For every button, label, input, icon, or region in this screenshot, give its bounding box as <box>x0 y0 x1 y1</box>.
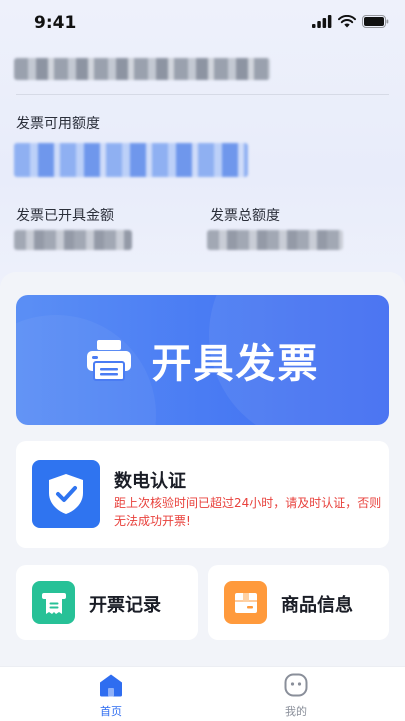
goods-icon-tile <box>224 581 267 624</box>
company-name-redacted <box>14 58 270 80</box>
home-icon <box>100 674 122 697</box>
issued-amount-label: 发票已开具金额 <box>16 208 114 224</box>
total-quota-value-redacted <box>207 230 343 250</box>
bottom-tab-bar: 首页 我的 <box>0 666 405 721</box>
issue-invoice-button[interactable]: 开具发票 <box>16 295 389 425</box>
signal-icon <box>312 15 332 28</box>
records-icon-tile <box>32 581 75 624</box>
invoice-records-button[interactable]: 开票记录 <box>16 565 198 640</box>
available-quota-value-redacted <box>14 143 248 177</box>
invoice-records-label: 开票记录 <box>89 595 161 616</box>
receipt-icon <box>41 592 66 614</box>
printer-icon <box>86 340 131 381</box>
certification-icon-tile <box>32 460 100 528</box>
profile-face-icon <box>284 673 308 697</box>
header-divider <box>16 94 389 95</box>
certification-warning: 距上次核验时间已超过24小时，请及时认证，否则无法成功开票! <box>114 496 382 528</box>
available-quota-label: 发票可用额度 <box>16 116 100 132</box>
shield-check-icon <box>49 474 83 514</box>
tab-home[interactable]: 首页 <box>71 673 151 719</box>
goods-info-button[interactable]: 商品信息 <box>208 565 389 640</box>
certification-title: 数电认证 <box>114 471 186 492</box>
status-icons <box>312 15 389 28</box>
issue-invoice-label: 开具发票 <box>151 341 320 387</box>
wifi-icon <box>338 15 356 28</box>
total-quota-label: 发票总额度 <box>210 208 280 224</box>
digital-certification-card[interactable]: 数电认证 距上次核验时间已超过24小时，请及时认证，否则无法成功开票! <box>16 441 389 548</box>
tab-home-label: 首页 <box>100 705 122 718</box>
status-bar: 9:41 <box>0 0 405 44</box>
status-time: 9:41 <box>34 13 77 33</box>
goods-info-label: 商品信息 <box>281 595 353 616</box>
box-icon <box>234 592 257 613</box>
issued-amount-value-redacted <box>14 230 132 250</box>
tab-mine-label: 我的 <box>285 705 307 718</box>
battery-icon <box>362 15 389 28</box>
tab-mine[interactable]: 我的 <box>256 673 336 719</box>
